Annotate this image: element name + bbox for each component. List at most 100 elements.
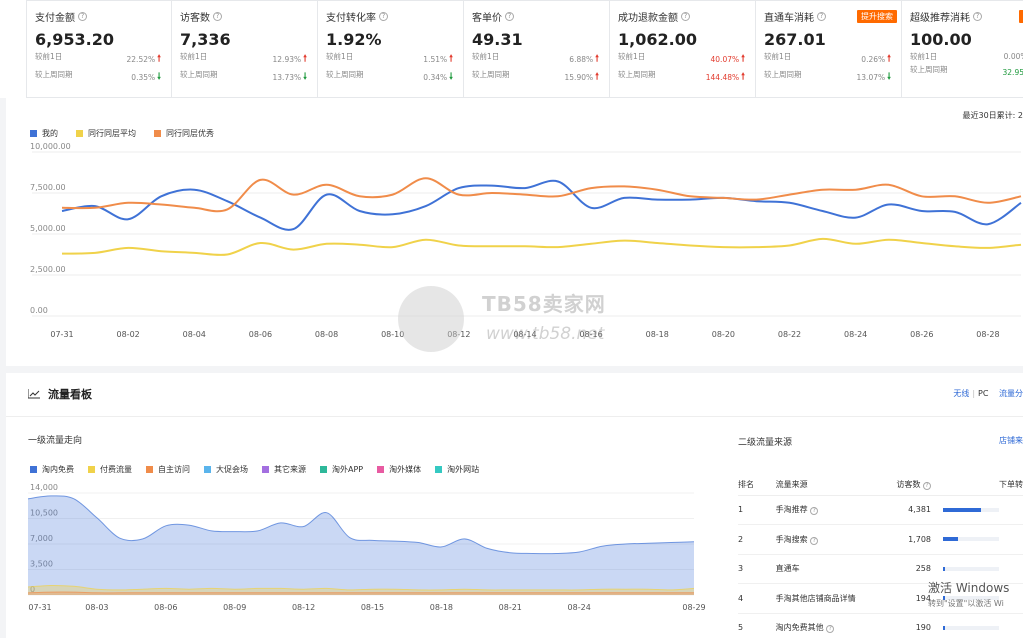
source-header: 流量来源 — [775, 475, 894, 496]
flow-area-chart: 03,5007,00010,50014,00007-3108-0308-0608… — [27, 483, 706, 612]
help-icon[interactable]: ? — [826, 625, 835, 634]
help-icon[interactable]: ? — [213, 12, 222, 21]
metrics-row: 支付金额? 6,953.20 较前1日 22.52% 🠕 较上周同期 0.35% 🠗 访客数? 7… — [0, 0, 1023, 98]
metric-label: 支付转化率? — [326, 9, 457, 24]
rank-cell: 4 — [738, 583, 776, 614]
x-tick-label: 08-26 — [910, 330, 933, 339]
metric-card[interactable]: 支付金额? 6,953.20 较前1日 22.52% 🠕 较上周同期 0.35% 🠗 — [26, 0, 172, 98]
windows-activation-hint[interactable]: 转到"设置"以激活 Wi — [928, 598, 1004, 609]
conv-header[interactable]: 下单转 — [999, 475, 1023, 496]
x-tick-label: 08-12 — [447, 330, 470, 339]
metric-value: 7,336 — [180, 30, 231, 49]
share-bar-track — [943, 625, 999, 630]
table-row[interactable]: 2 手淘搜索 ? 1,708 — [738, 524, 1023, 555]
y-tick-label: 0.00 — [30, 306, 48, 315]
y-tick-label: 10,000.00 — [30, 142, 71, 151]
series-line[interactable] — [61, 179, 1022, 231]
metric-label: 超级推荐消耗? — [910, 9, 1023, 24]
secondary-table: 排名 流量来源 访客数 ? 下单转 1 手淘推荐 ? 4,381 2 手淘搜索 ? 1,7… — [738, 475, 1023, 638]
arrow-up-icon: 🠕 — [595, 54, 599, 64]
x-tick-label: 08-02 — [117, 330, 140, 339]
pc-link[interactable]: PC — [978, 389, 988, 398]
flow-panel: 流量看板 无线 | PC 流量分 一级流量走向 淘内免费 付费流量 自主访问 大促会场 其它… — [6, 373, 1023, 638]
help-icon[interactable]: ? — [78, 12, 87, 21]
x-tick-label: 08-21 — [499, 603, 522, 612]
compare-day: 较前1日 1.51% 🠕 — [326, 51, 457, 67]
help-icon[interactable]: ? — [810, 507, 819, 516]
x-tick-label: 08-10 — [381, 330, 404, 339]
wireless-link[interactable]: 无线 — [953, 389, 969, 398]
rank-cell: 3 — [738, 554, 776, 584]
help-icon: ? — [923, 482, 931, 491]
x-tick-label: 08-18 — [430, 603, 453, 612]
x-tick-label: 08-28 — [976, 330, 999, 339]
metric-card[interactable]: 直通车消耗? 提升搜索 267.01 较前1日 0.26% 🠕 较上周同期 13.07% 🠗 — [756, 0, 902, 98]
metric-value: 1.92% — [326, 30, 382, 49]
share-bar-cell — [943, 524, 999, 555]
metric-label: 客单价? — [472, 9, 603, 24]
arrow-up-icon: 🠕 — [741, 72, 745, 82]
share-bar — [943, 625, 945, 630]
x-tick-label: 08-08 — [315, 330, 338, 339]
source-cell: 手淘推荐 ? — [775, 495, 894, 525]
metric-value: 6,953.20 — [35, 30, 114, 49]
x-tick-label: 08-14 — [513, 330, 536, 339]
visitors-header[interactable]: 访客数 ? — [893, 475, 943, 496]
rank-cell: 5 — [738, 613, 776, 638]
share-bar-track — [943, 537, 999, 542]
rank-cell: 1 — [738, 495, 776, 525]
compare-day: 较前1日 40.07% 🠕 — [618, 51, 749, 67]
table-row[interactable]: 1 手淘推荐 ? 4,381 — [738, 495, 1023, 525]
metric-label: 成功退款金额? — [618, 9, 749, 24]
metric-card[interactable]: 访客数? 7,336 较前1日 12.93% 🠕 较上周同期 13.73% 🠗 — [172, 0, 318, 98]
arrow-up-icon: 🠕 — [449, 54, 453, 64]
x-tick-label: 08-20 — [712, 330, 735, 339]
y-tick-label: 2,500.00 — [30, 265, 66, 274]
metric-tag-button[interactable]: 助力 — [1019, 10, 1023, 23]
table-row[interactable]: 5 淘内免费其他 ? 190 — [738, 613, 1023, 638]
flow-links: 无线 | PC 流量分 — [953, 389, 1023, 398]
metric-value: 267.01 — [764, 30, 826, 49]
metric-card[interactable]: 客单价? 49.31 较前1日 6.88% 🠕 较上周同期 15.90% 🠕 — [464, 0, 610, 98]
help-icon[interactable]: ? — [505, 12, 514, 21]
flow-more-link[interactable]: 流量分 — [999, 389, 1023, 398]
visitors-cell: 1,708 — [893, 524, 943, 555]
share-bar — [943, 566, 946, 571]
metric-tag-button[interactable]: 提升搜索 — [857, 10, 897, 23]
metric-card[interactable]: 支付转化率? 1.92% 较前1日 1.51% 🠕 较上周同期 0.34% 🠗 — [318, 0, 464, 98]
compare-day: 较前1日 6.88% 🠕 — [472, 51, 603, 67]
help-icon[interactable]: ? — [681, 12, 690, 21]
x-tick-label: 07-31 — [50, 330, 73, 339]
conv-cell — [999, 495, 1023, 525]
x-tick-label: 08-29 — [682, 603, 705, 612]
compare-week: 较上周同期 13.73% 🠗 — [180, 69, 311, 85]
arrow-up-icon: 🠕 — [595, 72, 599, 82]
compare-week: 较上周同期 144.48% 🠕 — [618, 69, 749, 85]
x-tick-label: 08-22 — [778, 330, 801, 339]
arrow-up-icon: 🠕 — [157, 54, 161, 64]
x-tick-label: 08-24 — [568, 603, 591, 612]
conv-cell — [999, 524, 1023, 555]
spacer-header — [943, 475, 999, 496]
share-bar — [943, 537, 959, 542]
x-tick-label: 08-12 — [292, 603, 315, 612]
help-icon[interactable]: ? — [817, 12, 826, 21]
rank-cell: 2 — [738, 524, 776, 555]
y-tick-label: 14,000 — [30, 483, 58, 492]
compare-day: 较前1日0.00%— — [910, 52, 1023, 61]
rank-header: 排名 — [738, 475, 776, 496]
help-icon[interactable]: ? — [973, 12, 982, 21]
help-icon[interactable]: ? — [810, 536, 819, 545]
help-icon[interactable]: ? — [379, 12, 388, 21]
arrow-up-icon: 🠕 — [741, 54, 745, 64]
metric-card[interactable]: 成功退款金额? 1,062.00 较前1日 40.07% 🠕 较上周同期 144.48% 🠕 — [610, 0, 756, 98]
conv-cell — [999, 613, 1023, 638]
metric-card[interactable]: 超级推荐消耗?助力 100.00 较前1日0.00%— 较上周同期32.95%🠗 — [902, 0, 1023, 98]
metric-label: 支付金额? — [35, 9, 165, 24]
share-bar-track — [943, 566, 999, 571]
shop-source-link[interactable]: 店铺来 — [999, 435, 1023, 446]
compare-week: 较上周同期 13.07% 🠗 — [764, 69, 895, 85]
arrow-down-icon: 🠗 — [887, 72, 891, 82]
series-area — [28, 495, 694, 595]
series-line[interactable] — [61, 237, 1022, 256]
